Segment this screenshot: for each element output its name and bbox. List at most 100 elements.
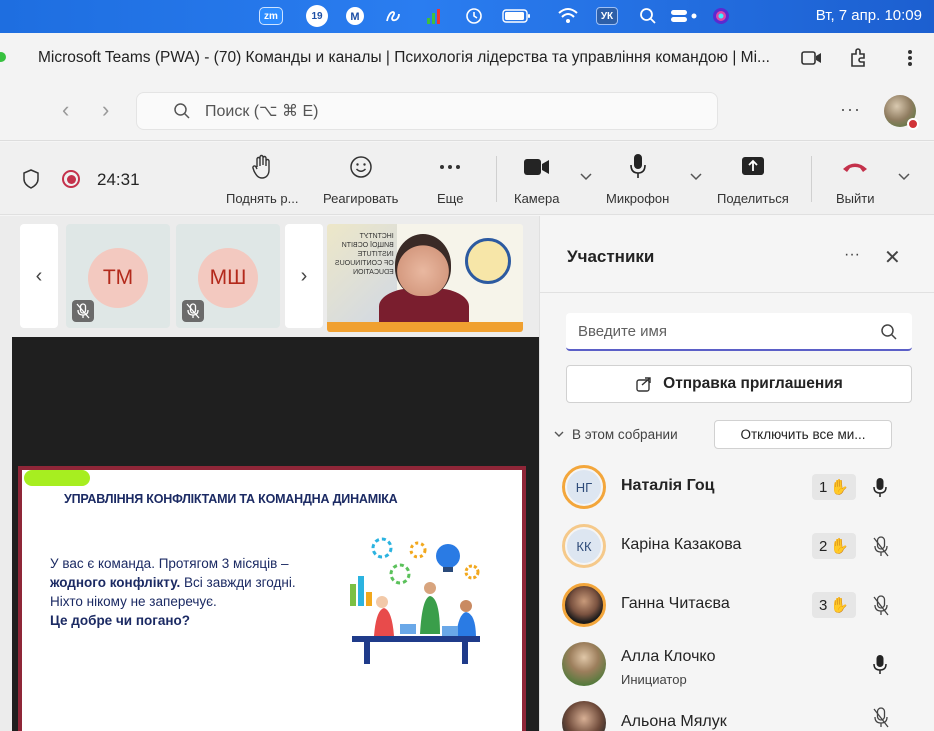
raised-hand-icon: ✋ (830, 597, 850, 614)
share-label: Поделиться (717, 191, 789, 206)
participant-row[interactable]: Алла Клочко Инициатор (540, 636, 934, 694)
activity-monitor-icon[interactable] (424, 5, 446, 27)
teams-top-bar: ‹ › Поиск (⌥ ⌘ E) ··· (0, 83, 934, 141)
participant-search-input[interactable] (578, 322, 858, 340)
hand-order: 3 (818, 596, 828, 614)
browser-menu-icon[interactable] (898, 46, 922, 70)
slide-body: У вас є команда. Протягом 3 місяців – жо… (50, 554, 296, 630)
leave-options-chevron-down-icon[interactable] (898, 168, 910, 186)
teams-search-input[interactable]: Поиск (⌥ ⌘ E) (136, 92, 718, 130)
svg-text:M: M (350, 11, 359, 23)
panel-title: Участники (567, 247, 655, 266)
user-avatar[interactable] (884, 95, 919, 130)
siri-icon[interactable] (710, 5, 732, 27)
control-center-icon[interactable] (668, 5, 702, 27)
microphone-icon[interactable] (872, 654, 888, 676)
participant-row[interactable]: Ганна Читаєва 3 ✋ (540, 577, 934, 635)
video-banner (327, 322, 523, 332)
time-machine-icon[interactable] (463, 5, 485, 27)
raise-hand-label: Поднять р... (226, 191, 299, 206)
camera-button[interactable]: Камера (514, 153, 559, 206)
participant-search-field[interactable] (566, 313, 912, 351)
share-button[interactable]: Поделиться (717, 153, 789, 206)
presence-busy-icon (907, 118, 919, 130)
raised-hand-badge: 2 ✋ (812, 533, 856, 559)
mic-off-icon[interactable] (872, 536, 890, 558)
smiley-icon (349, 153, 373, 181)
mail-icon[interactable]: M (344, 5, 366, 27)
avatar (562, 642, 606, 686)
mute-all-button[interactable]: Отключить все ми... (714, 420, 892, 449)
window-zoom-button[interactable] (0, 52, 6, 62)
camera-icon (523, 153, 551, 181)
gallery-prev-button[interactable]: ‹ (20, 224, 58, 328)
participants-panel: Участники ··· ✕ Отправка приглашения В э… (539, 216, 934, 731)
institute-logo (465, 238, 511, 284)
slide-line: У вас є команда. Протягом 3 місяців – (50, 556, 289, 571)
more-dots-icon (439, 153, 461, 181)
raised-hand-badge: 1 ✋ (812, 474, 856, 500)
raise-hand-button[interactable]: Поднять р... (226, 153, 299, 206)
video-background-text: ІНСТИТУТ ВИЩОЇ ОСВІТИ INSTITUTE OF CONTI… (335, 233, 394, 276)
script-icon[interactable] (382, 5, 404, 27)
share-screen-icon (740, 153, 766, 181)
panel-more-icon[interactable]: ··· (844, 246, 860, 264)
participant-tile[interactable]: МШ (176, 224, 280, 328)
microphone-button[interactable]: Микрофон (606, 153, 669, 206)
keyboard-layout-icon[interactable]: УК (596, 7, 618, 25)
avatar: КК (562, 524, 606, 568)
speaker-video[interactable]: ІНСТИТУТ ВИЩОЇ ОСВІТИ INSTITUTE OF CONTI… (327, 224, 523, 332)
battery-icon[interactable] (500, 5, 534, 27)
slide-highlight-mark (24, 470, 90, 486)
mic-off-icon[interactable] (872, 595, 890, 617)
camera-options-chevron-down-icon[interactable] (580, 168, 592, 186)
mic-off-icon[interactable] (872, 707, 890, 729)
send-invitation-button[interactable]: Отправка приглашения (566, 365, 912, 403)
spotlight-search-icon[interactable] (637, 5, 659, 27)
hand-order: 1 (818, 478, 828, 496)
mic-off-icon (182, 300, 204, 322)
send-invitation-label: Отправка приглашения (663, 375, 843, 392)
speaker-head (395, 234, 451, 296)
back-icon[interactable]: ‹ (62, 97, 69, 123)
gallery-next-button[interactable]: › (285, 224, 323, 328)
slide-line: Ніхто нікому не заперечує. (50, 594, 217, 609)
participant-role: Инициатор (621, 672, 687, 687)
slide-line: жодного конфлікту. Всі завжди згодні. (50, 573, 296, 592)
more-button[interactable]: Еще (437, 153, 463, 206)
avatar (562, 701, 606, 731)
hang-up-icon (841, 153, 869, 181)
participant-name: Ганна Читаєва (621, 595, 730, 612)
shield-icon[interactable] (22, 169, 40, 189)
participant-row[interactable]: Альона Мялук (540, 695, 934, 731)
raised-hand-badge: 3 ✋ (812, 592, 856, 618)
react-label: Реагировать (323, 191, 399, 206)
section-toggle[interactable]: В этом собрании (554, 427, 678, 442)
video-call-icon[interactable] (800, 46, 824, 70)
participant-tile[interactable]: ТМ (66, 224, 170, 328)
microphone-icon[interactable] (872, 477, 888, 499)
avatar-initials: НГ (567, 470, 601, 504)
participant-initials: ТМ (88, 248, 148, 308)
wifi-icon[interactable] (556, 5, 580, 27)
chevron-left-icon: ‹ (35, 264, 43, 287)
notification-badge-icon[interactable]: 19 (306, 5, 328, 27)
window-title: Microsoft Teams (PWA) - (70) Команды и к… (38, 49, 770, 66)
more-options-icon[interactable]: ··· (840, 99, 861, 120)
forward-icon[interactable]: › (102, 97, 109, 123)
leave-button[interactable]: Выйти (836, 153, 875, 206)
os-menu-bar: zm 19 M УК Вт, 7 апр. 10:09 (0, 0, 934, 33)
participant-row[interactable]: НГ Наталія Гоц 1 ✋ (540, 459, 934, 517)
microphone-options-chevron-down-icon[interactable] (690, 168, 702, 186)
search-icon (881, 324, 897, 340)
meeting-toolbar: 24:31 Поднять р... Реагировать Еще Камер… (0, 142, 934, 215)
microphone-icon (628, 153, 648, 181)
participant-row[interactable]: КК Каріна Казакова 2 ✋ (540, 518, 934, 576)
close-icon[interactable]: ✕ (884, 245, 901, 270)
react-button[interactable]: Реагировать (323, 153, 398, 206)
slide-line-rest: Всі завжди згодні. (180, 575, 296, 590)
camera-label: Камера (514, 191, 560, 206)
clock[interactable]: Вт, 7 апр. 10:09 (816, 7, 922, 24)
extensions-icon[interactable] (846, 46, 870, 70)
zoom-status-icon[interactable]: zm (259, 7, 283, 25)
